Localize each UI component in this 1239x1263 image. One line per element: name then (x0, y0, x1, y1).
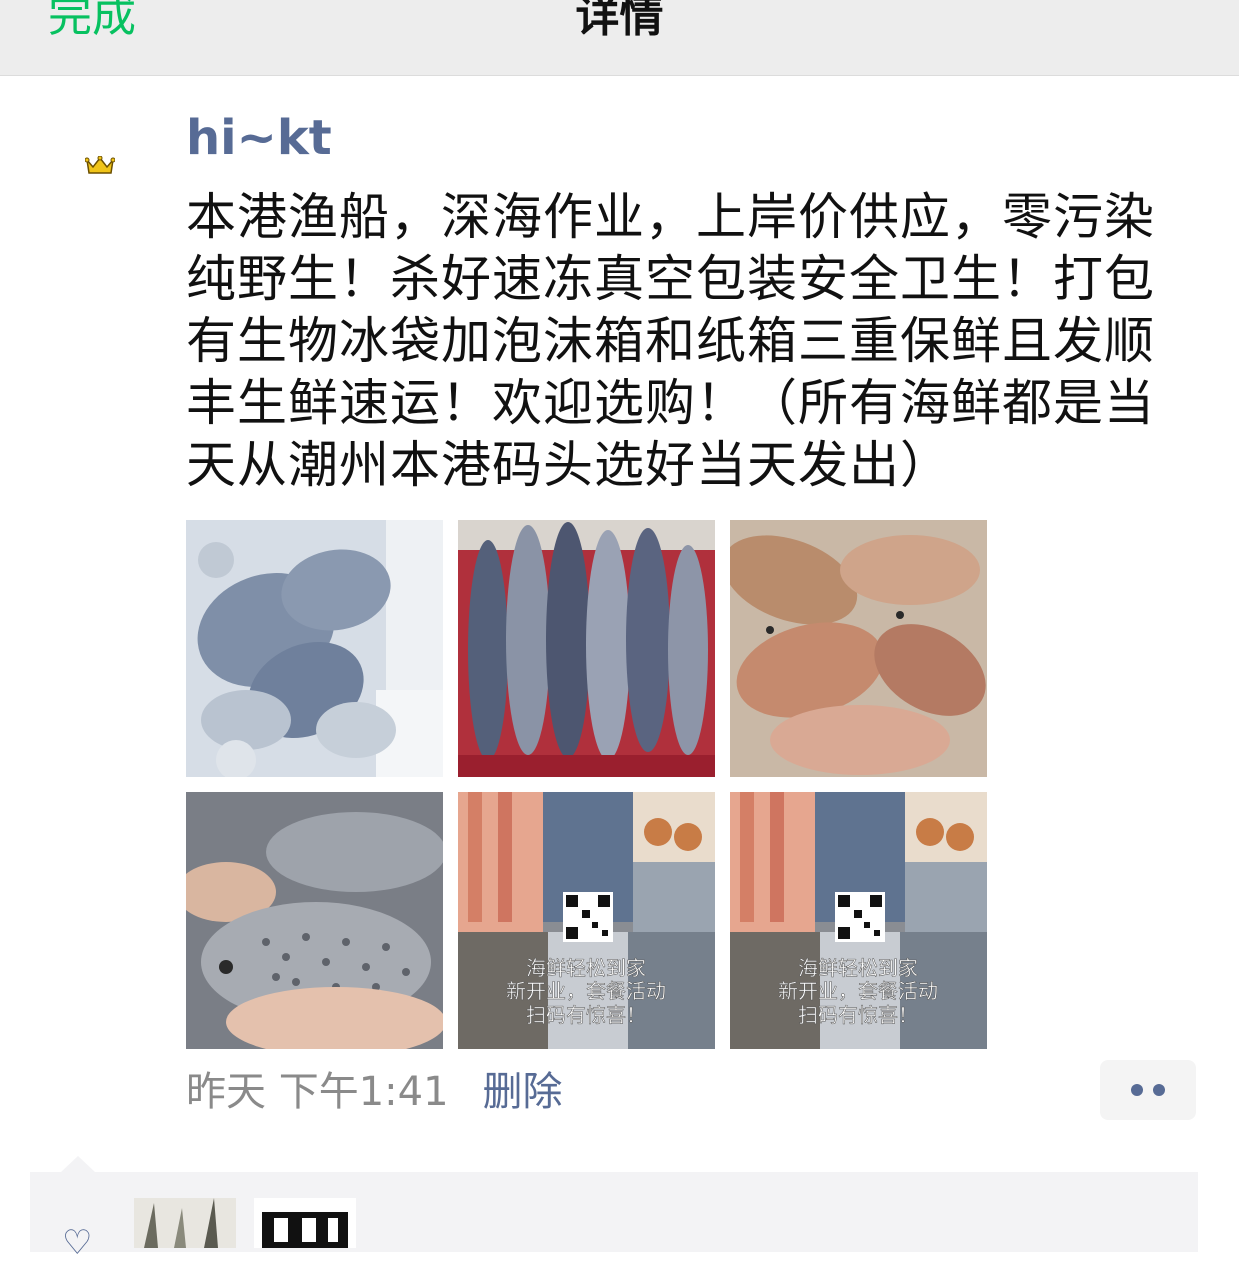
page-title: 详情 (575, 0, 664, 42)
liker-avatar-image (254, 1198, 356, 1248)
fish-on-ice-image (186, 520, 443, 777)
photo-promo-collage-1[interactable]: 海鲜轻松到家 新开业，套餐活动 扫码有惊喜！ (458, 792, 715, 1049)
promo-collage-image: 海鲜轻松到家 新开业，套餐活动 扫码有惊喜！ (458, 792, 715, 1049)
liker-avatar[interactable] (134, 1198, 236, 1248)
more-dots-icon[interactable] (1100, 1060, 1196, 1120)
spotted-fish-image (186, 792, 443, 1049)
promo-line-2: 新开业，套餐活动 (778, 979, 938, 1003)
image-grid: 海鲜轻松到家 新开业，套餐活动 扫码有惊喜！ 海鲜轻松到家 新开业，套餐活动 扫… (186, 520, 988, 1050)
navigation-bar: 完成 详情 (0, 0, 1239, 76)
heart-icon: ♡ (62, 1223, 93, 1263)
photo-mackerel[interactable] (458, 520, 715, 777)
photo-fish-on-ice[interactable] (186, 520, 443, 777)
photo-spotted-fish-in-hand[interactable] (186, 792, 443, 1049)
promo-collage-image: 海鲜轻松到家 新开业，套餐活动 扫码有惊喜！ (730, 792, 987, 1049)
dot (1131, 1084, 1143, 1096)
liker-avatar-image (134, 1198, 236, 1248)
promo-line-3: 扫码有惊喜！ (526, 1003, 646, 1027)
promo-line-1: 海鲜轻松到家 (798, 956, 918, 980)
photo-promo-collage-2[interactable]: 海鲜轻松到家 新开业，套餐活动 扫码有惊喜！ (730, 792, 987, 1049)
crown-icon (85, 156, 115, 174)
comment-area-arrow (60, 1156, 96, 1173)
parrotfish-image (730, 520, 987, 777)
post-meta: 昨天 下午1:41 删除 (186, 1062, 563, 1122)
post-text: 本港渔船，深海作业，上岸价供应，零污染纯野生！杀好速冻真空包装安全卫生！打包有生… (186, 188, 1155, 494)
mackerel-image (458, 520, 715, 777)
promo-line-2: 新开业，套餐活动 (506, 979, 666, 1003)
dot (1153, 1084, 1165, 1096)
liker-avatar[interactable] (254, 1198, 356, 1248)
avatar[interactable] (80, 150, 120, 182)
promo-line-1: 海鲜轻松到家 (526, 956, 646, 980)
post-username[interactable]: hi~kt (186, 108, 332, 168)
photo-parrotfish[interactable] (730, 520, 987, 777)
post-timestamp: 昨天 下午1:41 (186, 1069, 449, 1115)
delete-button[interactable]: 删除 (483, 1062, 563, 1122)
promo-line-3: 扫码有惊喜！ (798, 1003, 918, 1027)
